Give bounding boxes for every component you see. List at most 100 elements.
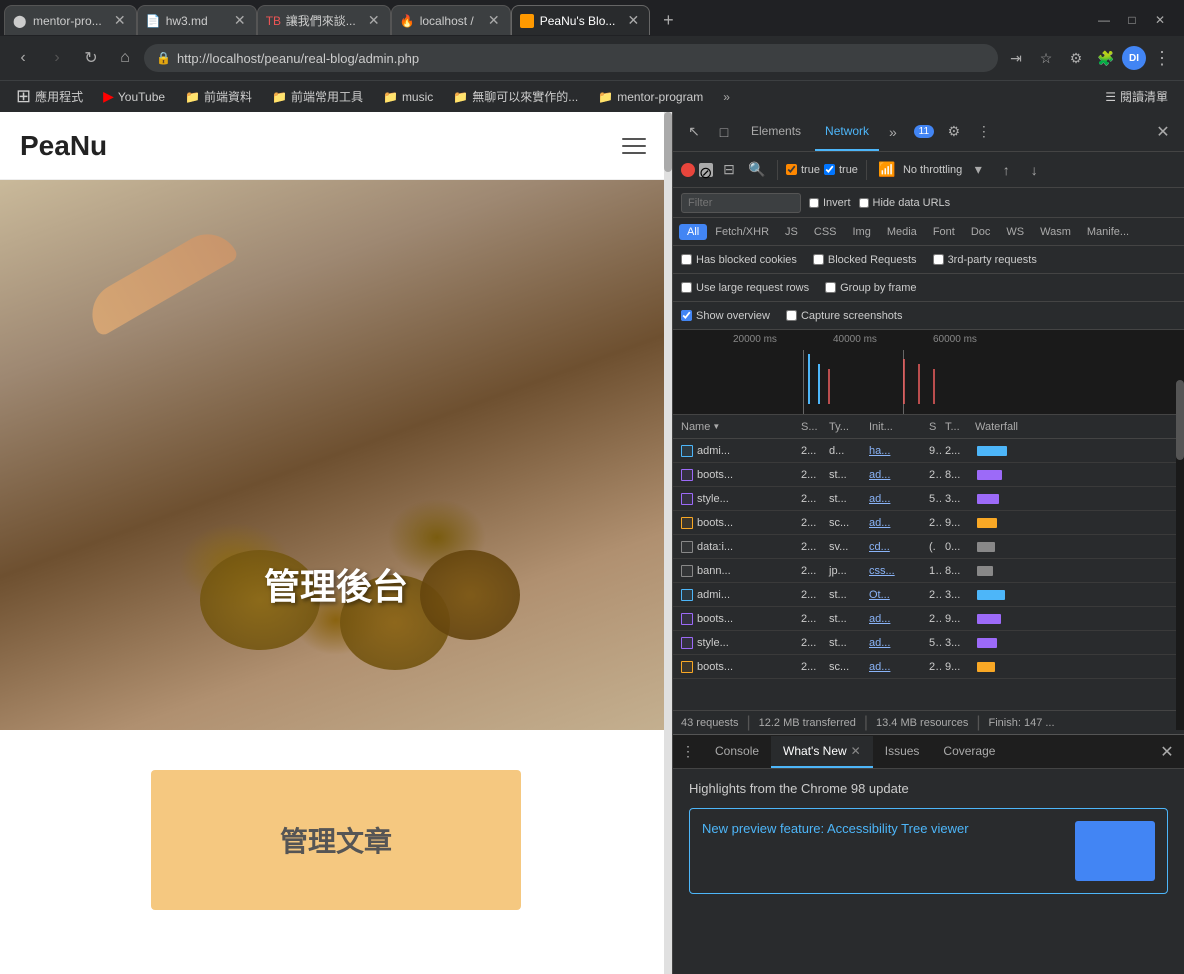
tab-2-close[interactable]: ✕ <box>232 13 248 29</box>
network-row[interactable]: boots... 2... sc... ad... 2. 9... <box>673 655 1184 679</box>
show-overview-input[interactable] <box>681 310 692 321</box>
type-ws[interactable]: WS <box>998 224 1032 240</box>
reading-list-button[interactable]: ☰ 閱讀清單 <box>1097 86 1176 107</box>
bookmark-button[interactable]: ☆ <box>1032 44 1060 72</box>
cast-button[interactable]: ⇥ <box>1002 44 1030 72</box>
bookmark-music[interactable]: 📁 music <box>375 88 441 106</box>
close-bottom-panel[interactable]: ✕ <box>1154 739 1180 765</box>
tab-2[interactable]: 📄 hw3.md ✕ <box>137 5 257 35</box>
third-party-requests-input[interactable] <box>933 254 944 265</box>
bookmark-frontend-data[interactable]: 📁 前端資料 <box>177 86 260 107</box>
has-blocked-cookies-input[interactable] <box>681 254 692 265</box>
bookmark-apps[interactable]: ⊞ 應用程式 <box>8 84 91 109</box>
invert-checkbox[interactable]: Invert <box>809 197 851 209</box>
group-by-frame-input[interactable] <box>825 282 836 293</box>
show-overview[interactable]: Show overview <box>681 310 770 322</box>
large-rows-input[interactable] <box>681 282 692 293</box>
row-initiator[interactable]: ad... <box>865 637 925 649</box>
bookmark-mentor[interactable]: 📁 mentor-program <box>590 88 711 106</box>
maximize-button[interactable]: □ <box>1120 8 1144 32</box>
forward-button[interactable]: › <box>42 43 72 73</box>
back-button[interactable]: ‹ <box>8 43 38 73</box>
issues-tab[interactable]: Issues <box>873 736 932 768</box>
extensions-button[interactable]: 🧩 <box>1092 44 1120 72</box>
refresh-button[interactable]: ↻ <box>76 43 106 73</box>
tab-3[interactable]: TB 讓我們來談... ✕ <box>257 5 391 35</box>
blocked-requests[interactable]: Blocked Requests <box>813 254 917 266</box>
header-status[interactable]: S... <box>797 421 825 433</box>
feature-title[interactable]: New preview feature: Accessibility Tree … <box>702 821 1063 836</box>
bookmark-frontend-tools[interactable]: 📁 前端常用工具 <box>264 86 371 107</box>
new-tab-button[interactable]: + <box>654 6 682 34</box>
bookmark-youtube[interactable]: ▶ YouTube <box>95 86 173 107</box>
device-toolbar-button[interactable]: □ <box>711 119 737 145</box>
network-tab[interactable]: Network <box>815 113 879 151</box>
tab-4-close[interactable]: ✕ <box>486 13 502 29</box>
tab-1[interactable]: ⬤ mentor-pro... ✕ <box>4 5 137 35</box>
coverage-tab[interactable]: Coverage <box>931 736 1007 768</box>
devtools-scrollbar[interactable] <box>1176 380 1184 730</box>
row-initiator[interactable]: ad... <box>865 493 925 505</box>
bookmark-boring[interactable]: 📁 無聊可以來實作的... <box>445 86 586 107</box>
row-initiator[interactable]: ad... <box>865 469 925 481</box>
tab-5-close[interactable]: ✕ <box>625 13 641 29</box>
profile-avatar[interactable]: DI <box>1122 46 1146 70</box>
type-media[interactable]: Media <box>879 224 925 240</box>
tab-1-close[interactable]: ✕ <box>112 13 128 29</box>
network-row[interactable]: admi... 2... d... ha... 9. 2... <box>673 439 1184 463</box>
row-initiator[interactable]: Ot... <box>865 589 925 601</box>
header-initiator[interactable]: Init... <box>865 421 925 433</box>
hide-data-urls-checkbox[interactable]: Hide data URLs <box>859 197 951 209</box>
bottom-panel-menu[interactable]: ⋮ <box>677 739 699 764</box>
type-wasm[interactable]: Wasm <box>1032 224 1079 240</box>
clear-button[interactable]: ⊘ <box>699 163 713 177</box>
row-initiator[interactable]: ha... <box>865 445 925 457</box>
devtools-scrollbar-thumb[interactable] <box>1176 380 1184 460</box>
type-js[interactable]: JS <box>777 224 806 240</box>
tab-5[interactable]: PeaNu's Blo... ✕ <box>511 5 651 35</box>
elements-tab[interactable]: Elements <box>741 113 811 151</box>
capture-screenshots-input[interactable] <box>786 310 797 321</box>
header-type[interactable]: Ty... <box>825 421 865 433</box>
has-blocked-cookies[interactable]: Has blocked cookies <box>681 254 797 266</box>
address-input[interactable]: 🔒 http://localhost/peanu/real-blog/admin… <box>144 44 998 72</box>
type-all[interactable]: All <box>679 224 707 240</box>
network-row[interactable]: boots... 2... st... ad... 2. 8... <box>673 463 1184 487</box>
tab-3-close[interactable]: ✕ <box>366 13 382 29</box>
type-doc[interactable]: Doc <box>963 224 999 240</box>
row-initiator[interactable]: ad... <box>865 613 925 625</box>
bookmarks-more-button[interactable]: » <box>719 88 734 106</box>
preserve-log-input[interactable] <box>786 164 797 175</box>
invert-input[interactable] <box>809 198 819 208</box>
webpage-scrollbar[interactable] <box>664 112 672 974</box>
type-font[interactable]: Font <box>925 224 963 240</box>
minimize-button[interactable]: — <box>1092 8 1116 32</box>
menu-button[interactable]: ⋮ <box>1148 44 1176 72</box>
row-initiator[interactable]: ad... <box>865 661 925 673</box>
whats-new-tab-close[interactable]: ✕ <box>851 744 861 758</box>
hide-data-urls-input[interactable] <box>859 198 869 208</box>
header-name[interactable]: Name ▼ <box>677 421 797 433</box>
use-large-request-rows[interactable]: Use large request rows <box>681 282 809 294</box>
row-initiator[interactable]: css... <box>865 565 925 577</box>
disable-cache-input[interactable] <box>824 164 835 175</box>
profile-extensions-button[interactable]: ⚙ <box>1062 44 1090 72</box>
console-tab[interactable]: Console <box>703 736 771 768</box>
tab-4[interactable]: 🔥 localhost / ✕ <box>391 5 511 35</box>
network-row[interactable]: style... 2... st... ad... 5. 3... <box>673 487 1184 511</box>
row-initiator[interactable]: cd... <box>865 541 925 553</box>
throttling-dropdown[interactable]: ▾ <box>966 158 990 182</box>
whats-new-tab[interactable]: What's New ✕ <box>771 736 873 768</box>
capture-screenshots[interactable]: Capture screenshots <box>786 310 903 322</box>
webpage-scrollbar-thumb[interactable] <box>664 112 672 172</box>
type-css[interactable]: CSS <box>806 224 845 240</box>
network-row[interactable]: boots... 2... st... ad... 2. 9... <box>673 607 1184 631</box>
filter-input[interactable] <box>681 193 801 213</box>
close-button[interactable]: ✕ <box>1148 8 1172 32</box>
mobile-menu-button[interactable] <box>616 128 652 164</box>
more-tools-button[interactable]: » <box>883 120 903 144</box>
type-img[interactable]: Img <box>845 224 879 240</box>
devtools-more-button[interactable]: ⋮ <box>971 119 997 145</box>
row-initiator[interactable]: ad... <box>865 517 925 529</box>
search-icon[interactable]: 🔍 <box>745 158 769 182</box>
